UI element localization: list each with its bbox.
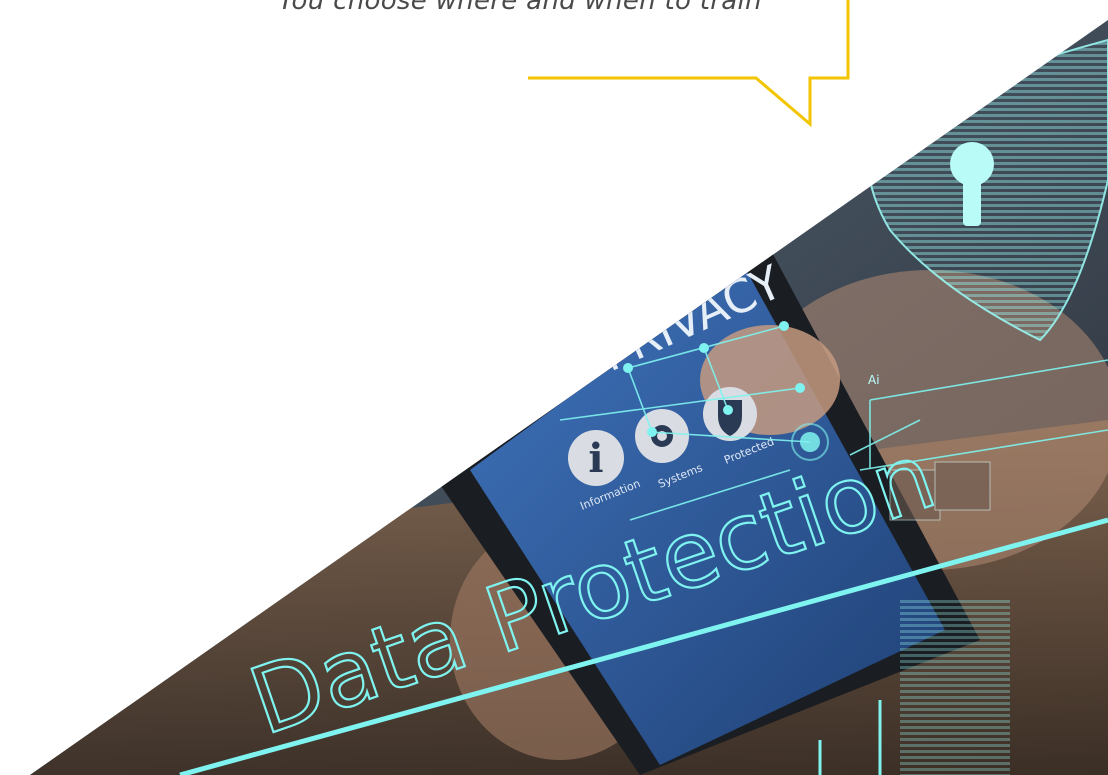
hud-small-label: Ai [868,373,880,387]
info-icon: i [568,430,624,486]
speech-callout [528,0,850,128]
photo-panel: i Information Systems Protected PRIVACY [30,20,1108,775]
gear-icon [635,409,689,463]
svg-text:i: i [588,435,603,482]
hero-banner: You choose where and when to train i Inf… [0,0,1108,775]
hero-illustration: i Information Systems Protected PRIVACY [30,0,1108,775]
hud-striped-bars [900,600,1010,775]
